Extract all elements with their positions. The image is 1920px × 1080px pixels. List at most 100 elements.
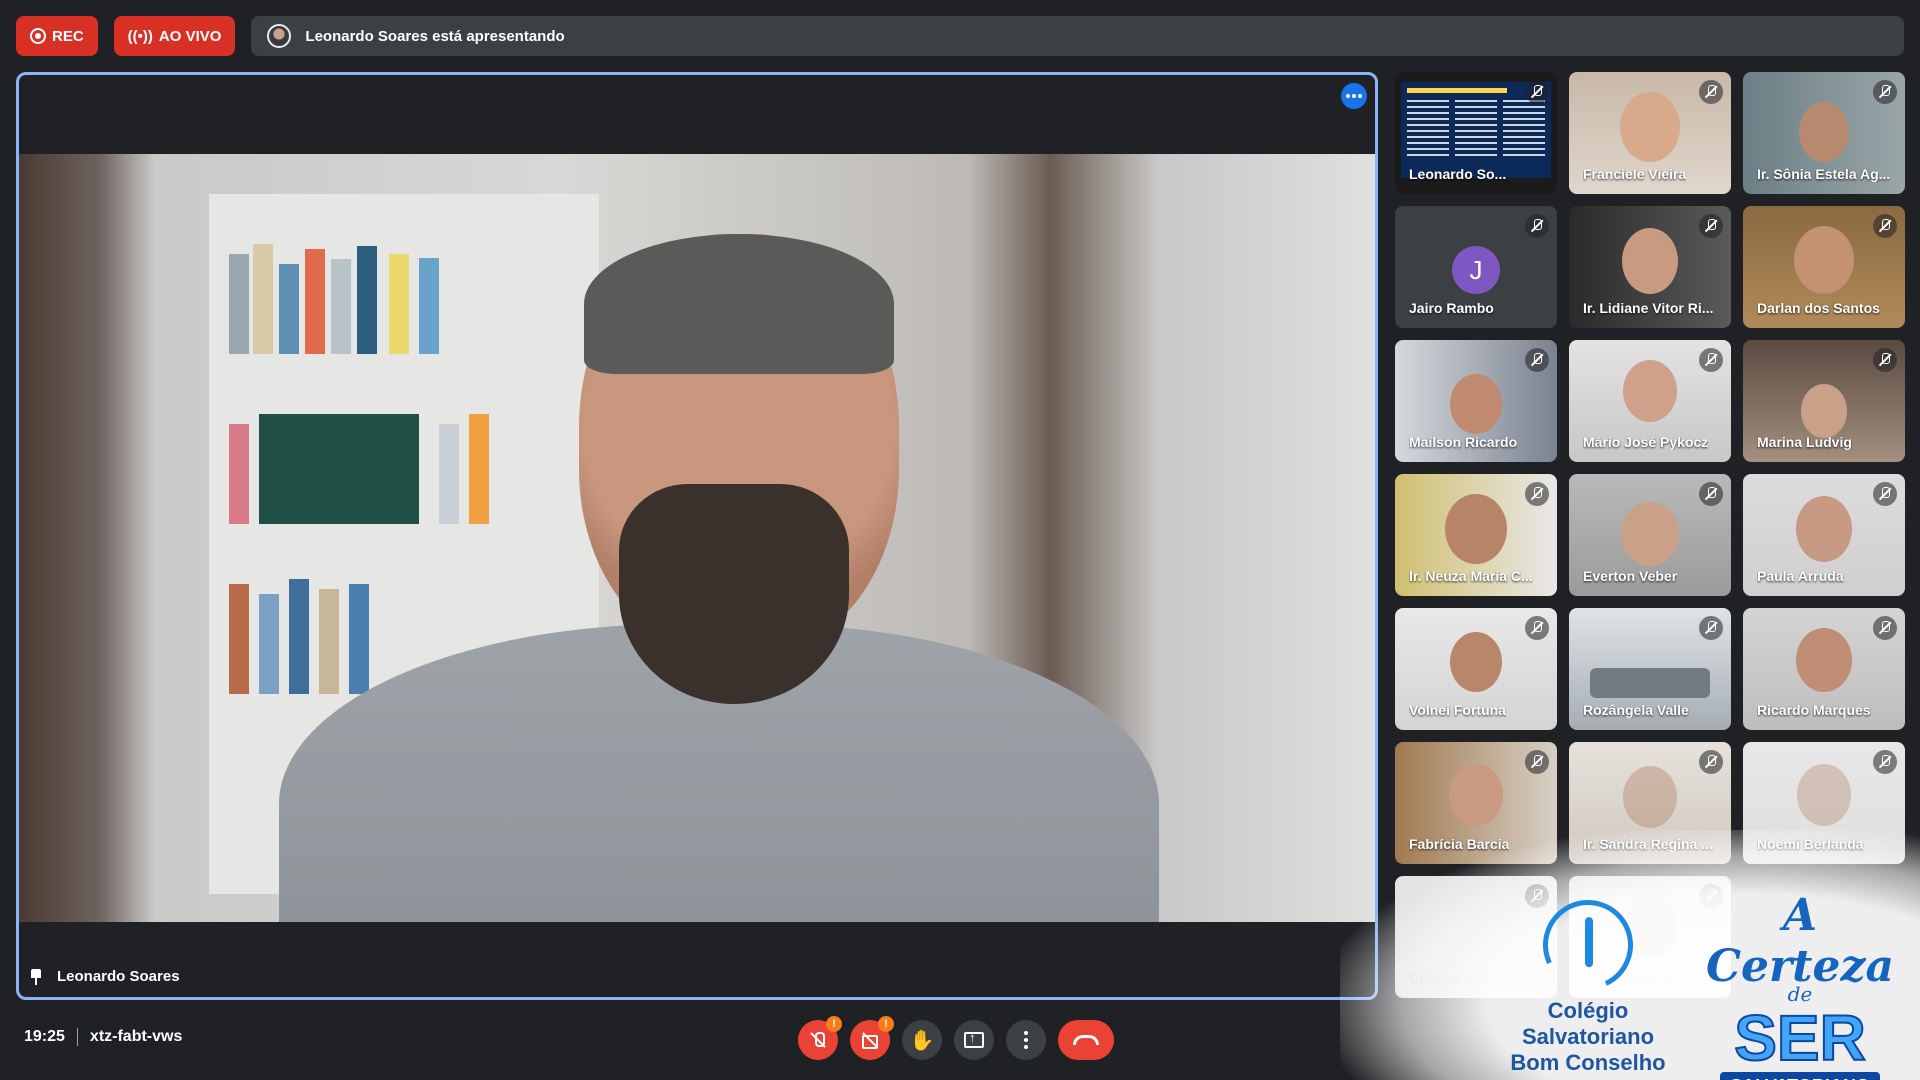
speaker-name: Leonardo Soares	[57, 968, 180, 985]
participant-tile[interactable]: Paula Arruda	[1743, 474, 1905, 596]
tile-options-button[interactable]	[1341, 83, 1367, 109]
book	[349, 584, 369, 694]
speaker-video	[19, 154, 1375, 922]
book	[469, 414, 489, 524]
mic-off-icon	[1878, 219, 1892, 233]
participant-name: Noemi Berlanda	[1757, 836, 1864, 852]
participant-tile[interactable]: Darlan dos Santos	[1743, 206, 1905, 328]
slogan-a: A	[1782, 890, 1818, 941]
muted-mic-icon	[1699, 214, 1723, 238]
slide-title-bar	[1407, 88, 1507, 93]
pin-icon[interactable]	[29, 968, 43, 985]
mic-off-icon	[1704, 219, 1718, 233]
muted-mic-icon	[1699, 482, 1723, 506]
present-screen-button[interactable]	[954, 1020, 994, 1060]
participant-video	[1445, 494, 1507, 564]
book	[229, 254, 249, 354]
divider	[76, 1028, 78, 1046]
participant-tile[interactable]: Fabrícia Barcia	[1395, 742, 1557, 864]
mic-off-icon	[1704, 487, 1718, 501]
presenter-avatar	[267, 24, 292, 48]
participant-name: Ir. Lidiane Vitor Ri...	[1583, 300, 1714, 316]
live-indicator[interactable]: ((•)) AO VIVO	[113, 16, 236, 56]
muted-mic-icon	[1525, 214, 1549, 238]
mic-off-icon	[1530, 219, 1544, 233]
participant-tile[interactable]: Marina Ludvig	[1743, 340, 1905, 462]
participant-tile[interactable]: Volnei Fortuna	[1395, 608, 1557, 730]
mic-toggle-button[interactable]: !	[798, 1016, 842, 1060]
mic-off-icon	[1530, 487, 1544, 501]
participant-tile[interactable]: Ir. Sônia Estela Ag...	[1743, 72, 1905, 194]
hand-icon: ✋	[909, 1029, 935, 1052]
participant-video	[1623, 766, 1677, 828]
camera-off-icon	[861, 1031, 879, 1049]
participant-tile[interactable]: Leonardo So...	[1395, 72, 1557, 194]
participant-tile[interactable]: Mailson Ricardo	[1395, 340, 1557, 462]
mic-off-icon	[809, 1031, 827, 1049]
participant-name: Jairo Rambo	[1409, 300, 1494, 316]
participant-tile[interactable]: Ir. Lidiane Vitor Ri...	[1569, 206, 1731, 328]
book	[229, 424, 249, 524]
participant-name: Marina Ludvig	[1757, 434, 1852, 450]
participant-tile[interactable]: Mário José Pykocz	[1569, 340, 1731, 462]
presenting-text: Leonardo Soares está apresentando	[305, 27, 565, 45]
participant-name: Ir. Neuza Maria C...	[1409, 568, 1533, 584]
muted-mic-icon	[1873, 616, 1897, 640]
warning-badge: !	[826, 1016, 842, 1032]
record-icon	[30, 28, 46, 44]
participant-tile[interactable]: Ir. Neuza Maria C...	[1395, 474, 1557, 596]
participant-name: Volnei Fortuna	[1409, 702, 1506, 718]
main-stage[interactable]: Leonardo Soares	[16, 72, 1378, 1000]
more-dot-icon	[1358, 94, 1362, 98]
participant-tile[interactable]: Ir. Sandra Regina ...	[1569, 742, 1731, 864]
participant-name: Everton Veber	[1583, 568, 1678, 584]
call-controls: ! ! ✋	[798, 1016, 1114, 1060]
muted-mic-icon	[1873, 482, 1897, 506]
shelf-row	[219, 234, 589, 354]
book	[357, 246, 377, 354]
book	[419, 258, 439, 354]
participant-video	[1796, 496, 1852, 562]
participant-tile[interactable]: Ricardo Marques	[1743, 608, 1905, 730]
participant-tile[interactable]: Everton Veber	[1569, 474, 1731, 596]
participant-tile[interactable]: J Jairo Rambo	[1395, 206, 1557, 328]
book	[253, 244, 273, 354]
muted-mic-icon	[1873, 80, 1897, 104]
book	[279, 264, 299, 354]
meet-window: REC ((•)) AO VIVO Leonardo Soares está a…	[0, 0, 1920, 1080]
mic-off-icon	[1704, 755, 1718, 769]
participant-video	[1622, 228, 1678, 294]
hang-up-icon	[1073, 1035, 1099, 1045]
book	[331, 259, 351, 354]
mic-off-icon	[1530, 755, 1544, 769]
meeting-code[interactable]: xtz-fabt-vws	[90, 1028, 182, 1046]
mic-off-icon	[1704, 353, 1718, 367]
participant-video	[1620, 92, 1680, 162]
meeting-info: 19:25 xtz-fabt-vws	[24, 1028, 182, 1046]
participant-tile[interactable]: Noemi Berlanda	[1743, 742, 1905, 864]
participant-name: Franciele Vieira	[1583, 166, 1687, 182]
participant-video	[1450, 374, 1502, 434]
participant-tile[interactable]: Rozângela Valle	[1569, 608, 1731, 730]
muted-mic-icon	[1525, 348, 1549, 372]
participant-name: Mário José Pykocz	[1583, 434, 1709, 450]
camera-toggle-button[interactable]: !	[850, 1016, 894, 1060]
recording-indicator[interactable]: REC	[16, 16, 98, 56]
muted-mic-icon	[1699, 750, 1723, 774]
participant-name: Mailson Ricardo	[1409, 434, 1518, 450]
raise-hand-button[interactable]: ✋	[902, 1020, 942, 1060]
slide-text-column	[1455, 100, 1497, 160]
more-options-button[interactable]	[1006, 1020, 1046, 1060]
more-vert-icon	[1024, 1031, 1028, 1049]
leave-call-button[interactable]	[1058, 1020, 1114, 1060]
participant-tile[interactable]: Franciele Vieira	[1569, 72, 1731, 194]
participant-video	[1449, 764, 1503, 826]
participant-avatar: J	[1452, 246, 1500, 294]
book	[305, 249, 325, 354]
present-icon	[964, 1030, 984, 1048]
muted-mic-icon	[1873, 750, 1897, 774]
slogan-salvatoriano: SALVATORIANO	[1720, 1072, 1880, 1080]
presenting-banner[interactable]: Leonardo Soares está apresentando	[251, 16, 1904, 56]
mic-off-icon	[1530, 621, 1544, 635]
book	[289, 579, 309, 694]
